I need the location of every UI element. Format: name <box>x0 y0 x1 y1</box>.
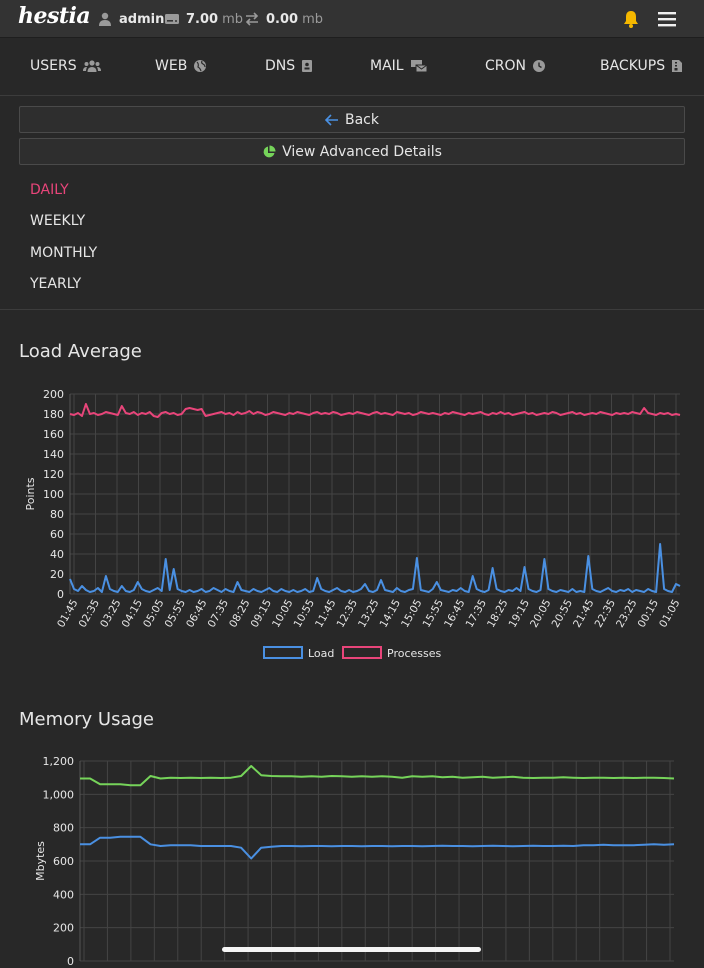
tab-backups-label: BACKUPS <box>600 58 666 74</box>
file-archive-icon <box>672 60 683 72</box>
globe-icon <box>194 60 207 72</box>
users-icon <box>82 60 101 72</box>
address-book-icon <box>302 60 313 72</box>
bandwidth-usage: 0.00 mb <box>244 10 323 28</box>
memory-usage-chart: 0 200 400 600 800 1,000 1,200 Mbytes <box>34 755 675 968</box>
y-tick-label: 160 <box>43 428 64 441</box>
load-average-title: Load Average <box>19 341 142 362</box>
top-bar: hestia admin 7.00 mb 0.00 mb <box>0 0 704 38</box>
user-icon <box>99 12 111 26</box>
y-tick-label: 0 <box>57 588 64 601</box>
mail-bulk-icon <box>410 60 428 73</box>
tab-users-label: USERS <box>30 58 77 74</box>
tab-web[interactable]: WEB <box>155 58 207 74</box>
y-tick-label: 180 <box>43 408 64 421</box>
y-tick-label: 60 <box>50 528 64 541</box>
y-tick-label: 140 <box>43 448 64 461</box>
y-axis-label: Mbytes <box>34 841 47 881</box>
main-nav: USERS WEB DNS MAIL CRON BACKUPS <box>0 38 704 96</box>
period-yearly[interactable]: YEARLY <box>30 276 81 292</box>
home-indicator <box>222 947 481 952</box>
series-line-0 <box>80 765 675 787</box>
y-tick-label: 120 <box>43 468 64 481</box>
tab-mail[interactable]: MAIL <box>370 58 428 74</box>
y-tick-label: 1,000 <box>43 788 75 801</box>
bell-icon[interactable] <box>621 9 641 29</box>
arrow-left-icon <box>325 113 338 126</box>
legend-label: Processes <box>387 647 441 660</box>
hestia-logo[interactable]: hestia <box>18 3 91 29</box>
y-tick-label: 200 <box>43 388 64 401</box>
y-tick-label: 600 <box>53 855 74 868</box>
pie-chart-icon <box>263 145 276 157</box>
back-button[interactable]: Back <box>19 106 685 133</box>
y-tick-label: 100 <box>43 488 64 501</box>
bandwidth-unit: mb <box>302 11 323 27</box>
hdd-icon <box>165 14 179 24</box>
tab-dns[interactable]: DNS <box>265 58 313 74</box>
disk-unit: mb <box>222 11 243 27</box>
series-line-1 <box>80 835 675 860</box>
y-tick-label: 400 <box>53 888 74 901</box>
y-tick-label: 0 <box>67 955 74 968</box>
view-advanced-details-button[interactable]: View Advanced Details <box>19 138 685 165</box>
memory-usage-title: Memory Usage <box>19 709 155 730</box>
y-tick-label: 40 <box>50 548 64 561</box>
period-daily[interactable]: DAILY <box>30 182 69 198</box>
tab-cron-label: CRON <box>485 58 526 74</box>
tab-mail-label: MAIL <box>370 58 404 74</box>
section-divider <box>0 309 704 310</box>
tab-cron[interactable]: CRON <box>485 58 546 74</box>
y-tick-label: 20 <box>50 568 64 581</box>
username: admin <box>119 11 165 27</box>
hamburger-menu-icon[interactable] <box>657 10 677 28</box>
tab-web-label: WEB <box>155 58 188 74</box>
tab-users[interactable]: USERS <box>30 58 101 74</box>
legend-swatch <box>342 646 382 659</box>
y-tick-label: 80 <box>50 508 64 521</box>
bandwidth-value: 0.00 <box>266 11 299 27</box>
user-menu[interactable]: admin <box>97 10 164 28</box>
load-average-chart: 020406080100120140160180200Points01:4502… <box>24 388 683 660</box>
legend-label: Load <box>308 647 334 660</box>
view-advanced-details-label: View Advanced Details <box>282 143 442 160</box>
disk-usage: 7.00 mb <box>164 10 243 28</box>
legend-swatch <box>263 646 303 659</box>
tab-backups[interactable]: BACKUPS <box>600 58 683 74</box>
period-monthly[interactable]: MONTHLY <box>30 245 97 261</box>
y-tick-label: 800 <box>53 822 74 835</box>
x-tick-label: 01:05 <box>657 598 683 630</box>
clock-icon <box>533 60 545 72</box>
y-tick-label: 200 <box>53 922 74 935</box>
y-tick-label: 1,200 <box>43 755 75 768</box>
back-button-label: Back <box>345 111 379 128</box>
exchange-icon <box>245 12 259 26</box>
tab-dns-label: DNS <box>265 58 296 74</box>
y-axis-label: Points <box>24 477 37 510</box>
disk-value: 7.00 <box>186 11 219 27</box>
period-weekly[interactable]: WEEKLY <box>30 213 85 229</box>
